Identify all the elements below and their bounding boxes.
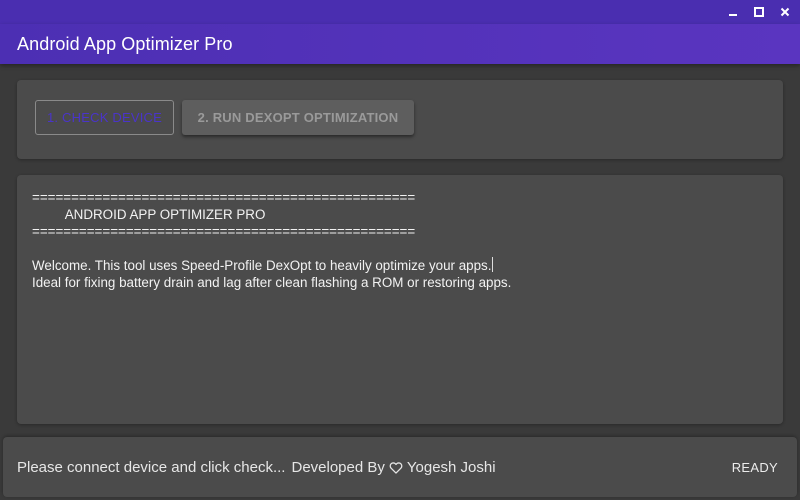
- app-bar: Android App Optimizer Pro: [0, 24, 800, 64]
- minimize-button[interactable]: [722, 0, 744, 24]
- console-output[interactable]: ========================================…: [32, 189, 511, 291]
- developer-credit: Developed By Yogesh Joshi: [291, 459, 495, 476]
- check-device-button[interactable]: 1. CHECK DEVICE: [35, 100, 174, 135]
- app-window: Android App Optimizer Pro 1. CHECK DEVIC…: [0, 0, 800, 500]
- developer-name: Yogesh Joshi: [406, 458, 496, 476]
- developed-by-label: Developed By: [291, 458, 385, 476]
- console-line: Ideal for fixing battery drain and lag a…: [32, 275, 512, 290]
- console-output-panel[interactable]: ========================================…: [17, 175, 783, 424]
- console-line: ========================================…: [32, 224, 416, 239]
- console-line: ANDROID APP OPTIMIZER PRO: [32, 207, 266, 222]
- console-line: ========================================…: [32, 190, 416, 205]
- text-caret: [492, 257, 494, 272]
- run-dexopt-button[interactable]: 2. RUN DEXOPT OPTIMIZATION: [182, 100, 414, 135]
- minimize-icon: [729, 14, 737, 16]
- window-controls: [722, 0, 800, 24]
- window-titlebar: [0, 0, 800, 24]
- action-toolbar: 1. CHECK DEVICE 2. RUN DEXOPT OPTIMIZATI…: [17, 80, 783, 159]
- status-state: READY: [731, 459, 778, 475]
- close-icon: [780, 7, 790, 17]
- console-line: Welcome. This tool uses Speed-Profile De…: [32, 258, 492, 273]
- status-message: Please connect device and click check...: [17, 458, 286, 476]
- maximize-icon: [754, 7, 764, 17]
- status-bar: Please connect device and click check...…: [3, 437, 797, 497]
- maximize-button[interactable]: [748, 0, 770, 24]
- status-left: Please connect device and click check...…: [17, 459, 496, 476]
- heart-outline-icon: [389, 461, 403, 474]
- close-button[interactable]: [774, 0, 796, 24]
- app-title: Android App Optimizer Pro: [17, 33, 233, 54]
